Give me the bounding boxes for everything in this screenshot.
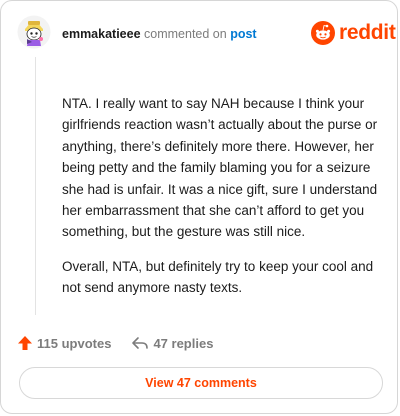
reply-icon [132,337,149,349]
reddit-wordmark: reddit [339,21,396,44]
reply-button[interactable]: 47 replies [131,335,213,351]
comment-paragraph: NTA. I really want to say NAH because I … [62,96,378,240]
upvote-arrow-icon [18,336,32,350]
reddit-logo[interactable]: reddit [311,21,396,45]
post-link[interactable]: post [230,27,256,41]
upvote-button[interactable]: 115 upvotes [17,335,111,351]
reddit-snoo-icon [311,21,335,45]
avatar[interactable] [17,15,51,49]
comment-header: emmakatieee commented on post [62,26,257,42]
reply-count: 47 replies [153,335,214,351]
comment-card: emmakatieee commented on post reddit NTA… [0,0,398,414]
thread-line [35,57,36,315]
comment-body: NTA. I really want to say NAH because I … [62,93,380,312]
upvote-count: 115 upvotes [37,335,112,351]
action-text: commented on [144,27,227,41]
comment-actions: 115 upvotes 47 replies [17,335,213,351]
view-comments-button[interactable]: View 47 comments [19,367,383,399]
comment-paragraph: Overall, NTA, but definitely try to keep… [62,258,374,296]
username[interactable]: emmakatieee [62,27,141,41]
